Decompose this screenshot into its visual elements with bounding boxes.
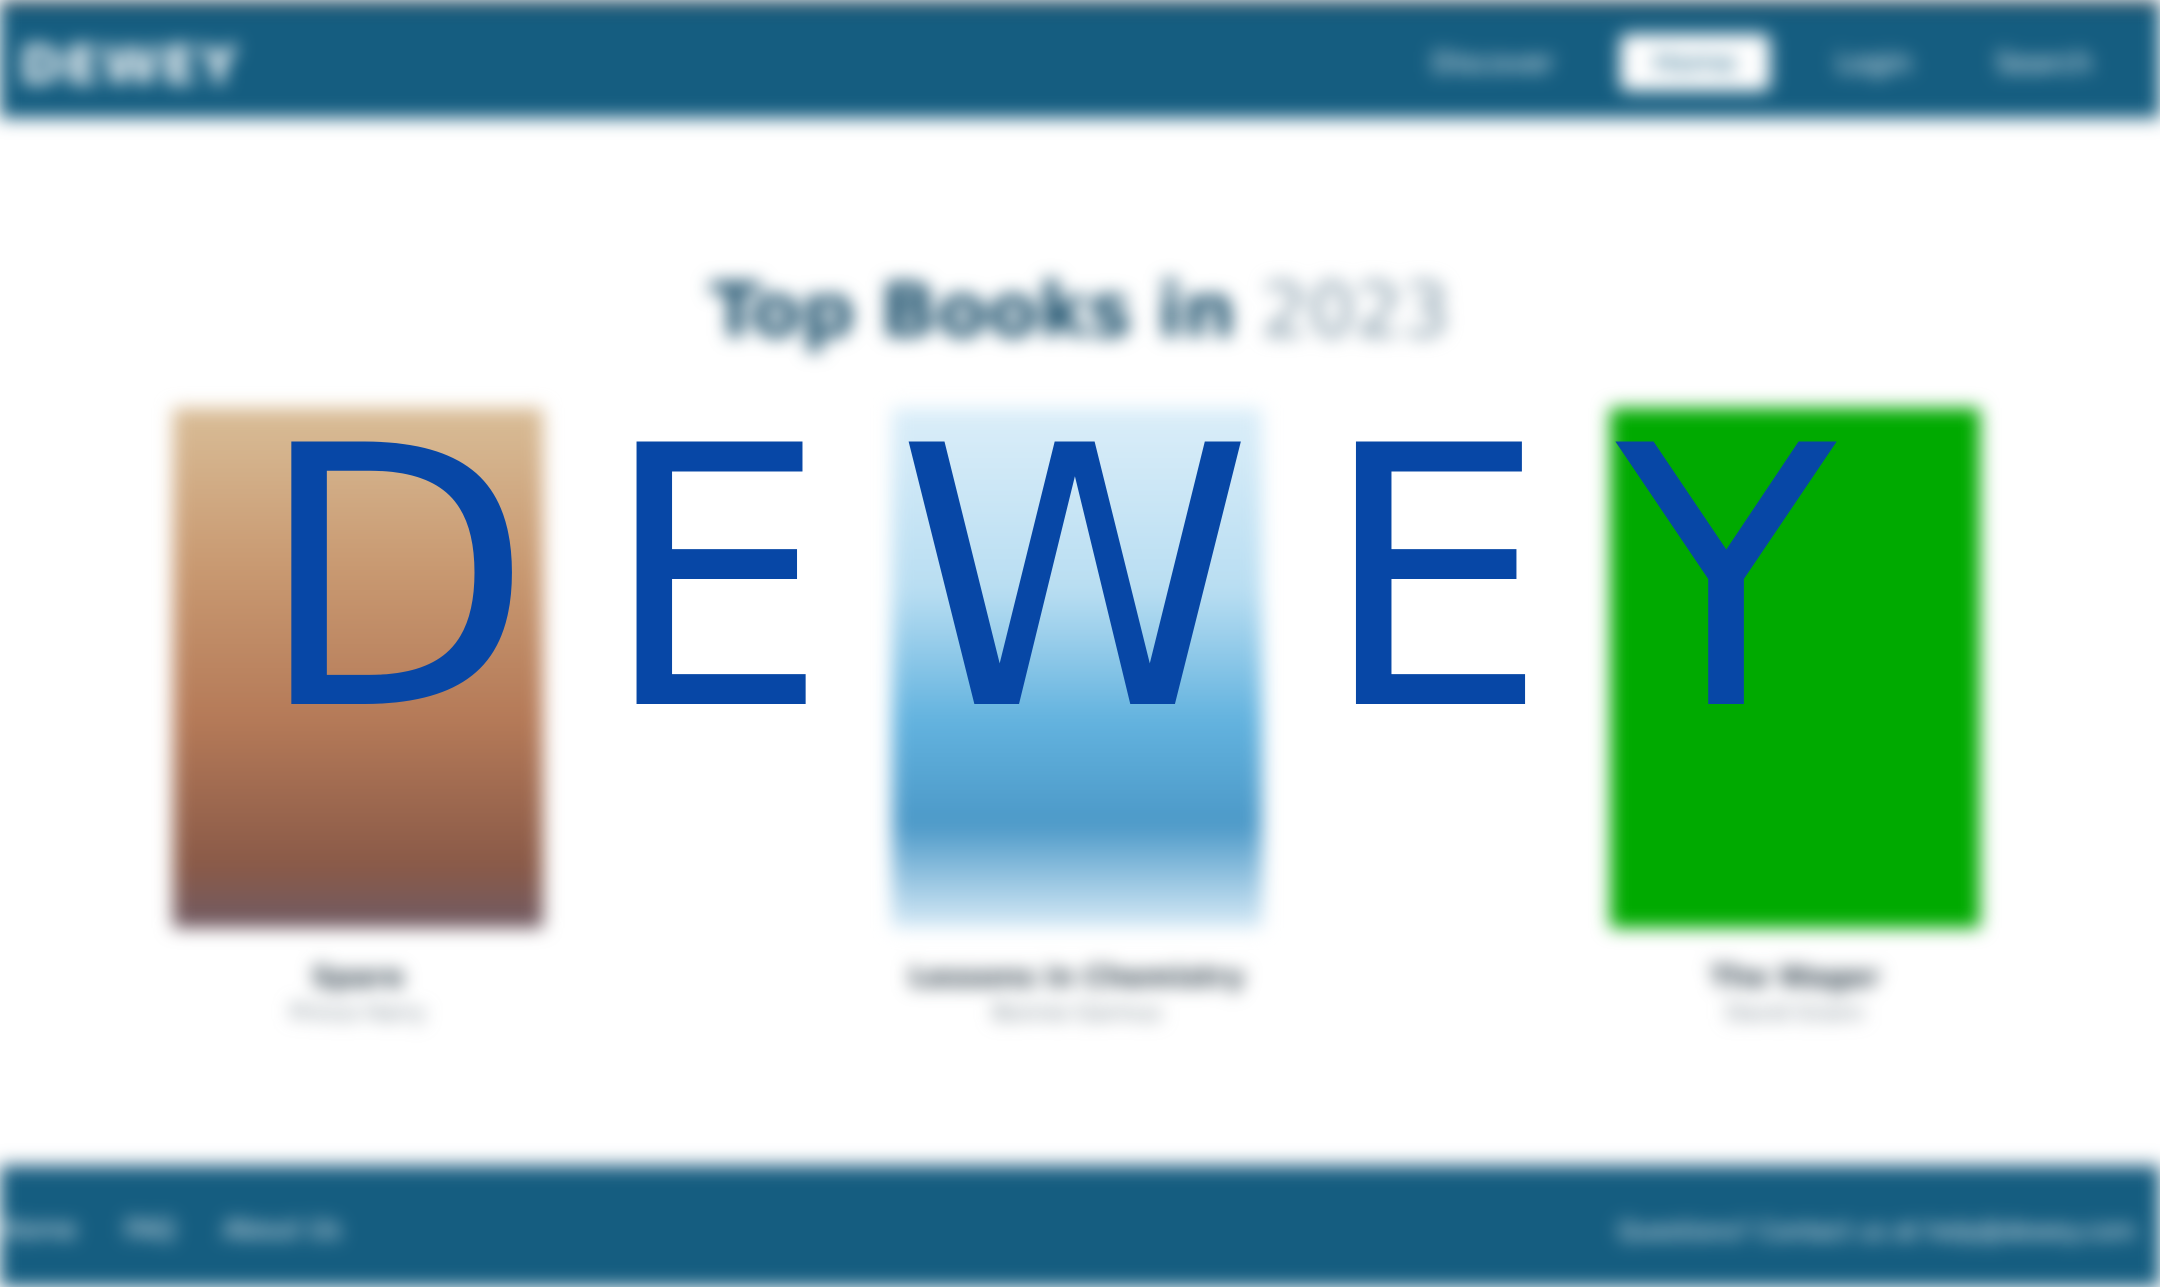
book-title[interactable]: Lessons in Chemistry	[887, 960, 1267, 993]
footer-links: Home FAQ About Us	[0, 1215, 389, 1245]
overlay-watermark-text: DEWEY	[256, 370, 1904, 789]
nav-link-login[interactable]: Login	[1818, 34, 1930, 91]
section-title: Top Books in 2023	[0, 268, 2160, 354]
page: DEWEY Discover Home Login Search Top Boo…	[0, 0, 2160, 1287]
nav-link-search[interactable]: Search	[1978, 34, 2110, 91]
nav-link-discover[interactable]: Discover	[1414, 34, 1572, 91]
nav-link-home[interactable]: Home	[1619, 34, 1771, 91]
footer-link-faq[interactable]: FAQ	[125, 1215, 175, 1245]
book-author: Bonnie Garmus	[992, 1001, 1162, 1026]
nav-menu: Discover Home Login Search	[1366, 34, 2110, 91]
book-title[interactable]: Spare	[168, 960, 548, 993]
section-title-year: 2023	[1261, 268, 1450, 354]
section-title-text: Top Books in	[710, 268, 1236, 354]
book-author: David Grann	[1726, 1001, 1864, 1026]
footer-link-about[interactable]: About Us	[223, 1215, 341, 1245]
book-author: Prince Harry	[290, 1001, 426, 1026]
book-title[interactable]: The Wager	[1605, 960, 1985, 993]
footer-link-home[interactable]: Home	[0, 1215, 77, 1245]
brand-logo[interactable]: DEWEY	[20, 36, 239, 96]
top-navbar: DEWEY Discover Home Login Search	[0, 0, 2160, 118]
footer: Home FAQ About Us Questions? Contact us …	[0, 1165, 2160, 1287]
footer-contact-text: Questions? Contact us at help@dewey.com	[1617, 1217, 2136, 1245]
